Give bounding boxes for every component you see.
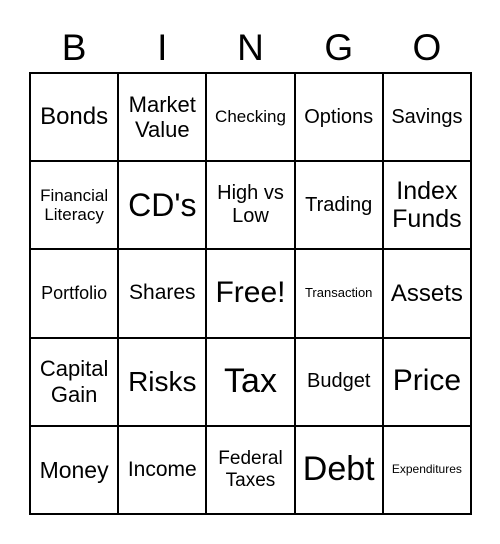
bingo-cell[interactable]: Market Value: [118, 73, 207, 162]
bingo-grid: Bonds Market Value Checking Options Savi…: [29, 72, 472, 515]
bingo-cell[interactable]: CD's: [118, 161, 207, 250]
bingo-cell[interactable]: Financial Literacy: [30, 161, 119, 250]
header-letter-g: G: [324, 27, 354, 68]
free-space-cell[interactable]: Free!: [206, 249, 295, 338]
bingo-cell[interactable]: Expenditures: [382, 425, 471, 514]
bingo-cell[interactable]: Index Funds: [382, 161, 471, 250]
header-letter-b: B: [61, 27, 87, 68]
bingo-cell[interactable]: Price: [382, 337, 471, 426]
bingo-cell[interactable]: Shares: [118, 249, 207, 338]
bingo-cell[interactable]: High vs Low: [206, 161, 295, 250]
bingo-cell[interactable]: Money: [30, 425, 119, 514]
header-letter-i: I: [157, 27, 168, 68]
bingo-cell[interactable]: Debt: [294, 425, 383, 514]
bingo-cell[interactable]: Savings: [382, 73, 471, 162]
bingo-cell[interactable]: Portfolio: [30, 249, 119, 338]
bingo-cell[interactable]: Federal Taxes: [206, 425, 295, 514]
bingo-cell[interactable]: Checking: [206, 73, 295, 162]
bingo-cell[interactable]: Risks: [118, 337, 207, 426]
bingo-cell[interactable]: Income: [118, 425, 207, 514]
bingo-cell[interactable]: Assets: [382, 249, 471, 338]
header-letter-o: O: [412, 27, 442, 68]
bingo-cell[interactable]: Options: [294, 73, 383, 162]
bingo-cell[interactable]: Tax: [206, 337, 295, 426]
bingo-cell[interactable]: Budget: [294, 337, 383, 426]
bingo-cell[interactable]: Trading: [294, 161, 383, 250]
header-letter-n: N: [237, 27, 264, 68]
bingo-cell[interactable]: Transaction: [294, 249, 383, 338]
bingo-cell[interactable]: Bonds: [30, 73, 119, 162]
bingo-cell[interactable]: Capital Gain: [30, 337, 119, 426]
bingo-header: B I N G O: [30, 26, 471, 70]
